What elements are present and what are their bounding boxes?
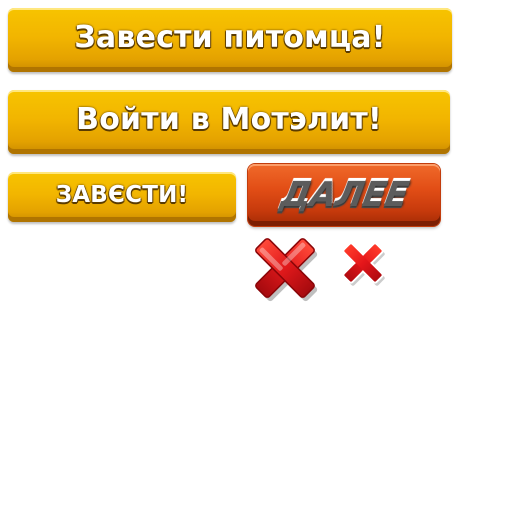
next-button-label: ДАЛЕЕ xyxy=(277,173,411,218)
close-icon[interactable] xyxy=(334,234,392,292)
close-icon[interactable] xyxy=(246,232,324,304)
start-button[interactable]: ЗАВЄСТИ! xyxy=(8,172,236,222)
next-button[interactable]: ДАЛЕЕ xyxy=(248,164,440,226)
login-motelit-button-label: Войти в Мотэлит! xyxy=(76,101,382,137)
start-button-label: ЗАВЄСТИ! xyxy=(55,182,189,208)
button-sprite-sheet: Завести питомца! Войти в Мотэлит! ЗАВЄСТ… xyxy=(0,0,512,512)
get-pet-button[interactable]: Завести питомца! xyxy=(8,8,452,72)
get-pet-button-label: Завести питомца! xyxy=(74,19,386,55)
login-motelit-button[interactable]: Войти в Мотэлит! xyxy=(8,90,450,154)
